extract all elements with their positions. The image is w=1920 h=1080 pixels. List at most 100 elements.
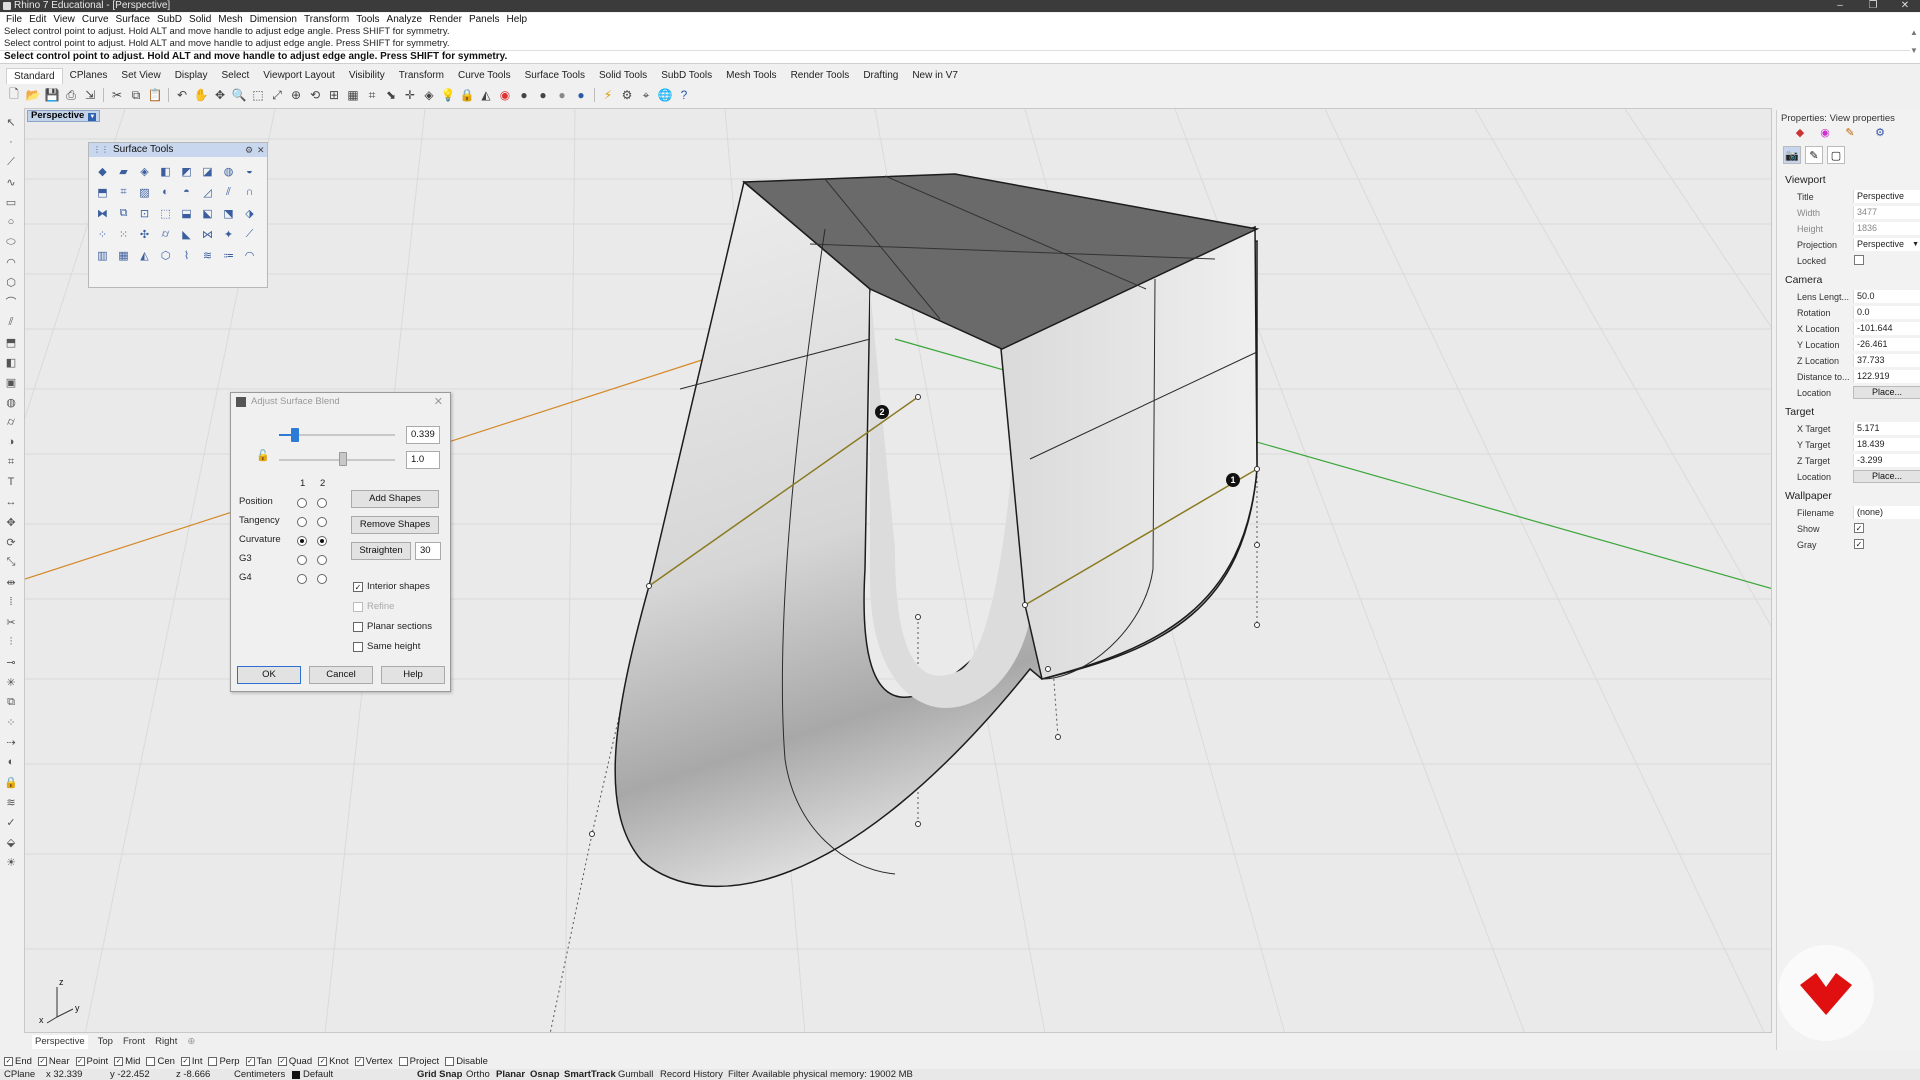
render-icon[interactable]: ⚡ — [600, 87, 616, 103]
target-place-button[interactable]: Place... — [1853, 470, 1920, 483]
osnap-checkbox[interactable] — [146, 1057, 156, 1066]
tab-mesh-tools[interactable]: Mesh Tools — [719, 68, 783, 84]
shaded-sphere-icon[interactable]: ● — [516, 87, 532, 103]
material-paint-icon[interactable]: ⬙ — [3, 834, 19, 850]
menu-help[interactable]: Help — [504, 13, 532, 26]
revolve-icon[interactable]: ◍ — [219, 161, 238, 181]
close-icon[interactable]: ✕ — [1890, 0, 1920, 12]
undo-icon[interactable]: ↶ — [174, 87, 190, 103]
dimension-icon[interactable]: ↔ — [3, 494, 19, 510]
osnap-checkbox[interactable] — [445, 1057, 455, 1066]
position-radio-1[interactable] — [297, 498, 307, 508]
rendered-sphere-icon[interactable]: ● — [535, 87, 551, 103]
tangency-radio-1[interactable] — [297, 517, 307, 527]
text-icon[interactable]: T — [3, 474, 19, 490]
osnap-cen[interactable]: Cen — [146, 1056, 175, 1067]
ghosted-sphere-icon[interactable]: ● — [554, 87, 570, 103]
tab-select[interactable]: Select — [215, 68, 257, 84]
polygon-icon[interactable]: ⬡ — [3, 274, 19, 290]
trim-surface-icon[interactable]: ⬕ — [198, 203, 217, 223]
hide-icon[interactable]: ◐ — [3, 754, 19, 770]
prop-distance-value[interactable]: 122.919 — [1853, 370, 1920, 383]
color-wheel-icon[interactable]: ◉ — [497, 87, 513, 103]
tab-curve-tools[interactable]: Curve Tools — [451, 68, 518, 84]
status-layer[interactable]: Default — [303, 1069, 333, 1080]
dome-surface-icon[interactable]: ◠ — [240, 245, 259, 265]
viewport-tab-top[interactable]: Top — [98, 1035, 113, 1049]
circle-icon[interactable]: ○ — [3, 214, 19, 230]
loft-icon[interactable]: ◧ — [3, 354, 19, 370]
menu-curve[interactable]: Curve — [79, 13, 113, 26]
arc-icon[interactable]: ◠ — [3, 254, 19, 270]
prop-projection-select[interactable]: Perspective ▼ — [1853, 238, 1920, 251]
unroll-icon[interactable]: ⬚ — [156, 203, 175, 223]
point-icon[interactable]: · — [3, 134, 19, 150]
prop-lens-value[interactable]: 50.0 — [1853, 290, 1920, 303]
status-gumball[interactable]: Gumball — [618, 1069, 653, 1080]
tab-display[interactable]: Display — [168, 68, 215, 84]
prop-zloc-value[interactable]: 37.733 — [1853, 354, 1920, 367]
status-ortho[interactable]: Ortho — [466, 1069, 490, 1080]
light-icon[interactable]: 💡 — [440, 87, 456, 103]
offset-icon[interactable]: ⫽ — [3, 314, 19, 330]
slider-1-thumb[interactable] — [291, 428, 300, 442]
help-button[interactable]: Help — [381, 666, 445, 684]
g3-radio-2[interactable] — [317, 555, 327, 565]
menu-tools[interactable]: Tools — [353, 13, 383, 26]
planar-surface-icon[interactable]: ▰ — [114, 161, 133, 181]
four-view-icon[interactable]: ⊞ — [326, 87, 342, 103]
shrink-surface-icon[interactable]: ◣ — [177, 224, 196, 244]
trim-icon[interactable]: ✂ — [3, 614, 19, 630]
group-icon[interactable]: ⧉ — [3, 694, 19, 710]
tab-new-in-v7[interactable]: New in V7 — [905, 68, 965, 84]
save-icon[interactable]: 💾 — [44, 87, 60, 103]
prop-xtarget-value[interactable]: 5.171 — [1853, 422, 1920, 435]
menu-dimension[interactable]: Dimension — [247, 13, 301, 26]
select-arrow-icon[interactable]: ↖ — [3, 114, 19, 130]
osnap-perp[interactable]: Perp — [208, 1056, 240, 1067]
extrude-surface-icon[interactable]: ⬒ — [93, 182, 112, 202]
sweep1-icon[interactable]: ◩ — [177, 161, 196, 181]
analyze-direction-icon[interactable]: ⇢ — [3, 734, 19, 750]
explode-icon[interactable]: ✳ — [3, 674, 19, 690]
tab-standard[interactable]: Standard — [6, 68, 63, 84]
g4-radio-2[interactable] — [317, 574, 327, 584]
menu-render[interactable]: Render — [426, 13, 466, 26]
tab-solid-tools[interactable]: Solid Tools — [592, 68, 654, 84]
fillet-surface-icon[interactable]: ◓ — [177, 182, 196, 202]
menu-mesh[interactable]: Mesh — [215, 13, 246, 26]
boolean-icon[interactable]: ◑ — [3, 434, 19, 450]
tab-render-tools[interactable]: Render Tools — [784, 68, 857, 84]
drag-grip-icon[interactable]: ⋮⋮ — [93, 145, 109, 154]
rebuild-surface-icon[interactable]: ∩ — [240, 182, 259, 202]
viewport-tab-right[interactable]: Right — [155, 1035, 177, 1049]
zoom-icon[interactable]: 🔍 — [231, 87, 247, 103]
split-surface-icon[interactable]: ⬓ — [177, 203, 196, 223]
untrim-icon[interactable]: ⬔ — [219, 203, 238, 223]
settings-icon[interactable]: ⚙ — [1873, 126, 1887, 140]
menu-subd[interactable]: SubD — [154, 13, 186, 26]
viewport-title[interactable]: Perspective ▼ — [27, 110, 101, 122]
view-display-icon[interactable]: ✎ — [1805, 146, 1823, 164]
move-view-icon[interactable]: ✥ — [212, 87, 228, 103]
viewport-tab-perspective[interactable]: Perspective — [32, 1035, 88, 1049]
material-icon[interactable]: ◉ — [1818, 126, 1832, 140]
network-surface-icon[interactable]: ⌗ — [114, 182, 133, 202]
tab-subd-tools[interactable]: SubD Tools — [654, 68, 719, 84]
lock-objects-icon[interactable]: 🔒 — [3, 774, 19, 790]
status-cplane[interactable]: CPlane — [4, 1069, 35, 1080]
match-surface-icon[interactable]: ⧓ — [93, 203, 112, 223]
osnap-end[interactable]: ✓ End — [4, 1056, 32, 1067]
mesh-icon[interactable]: ⌗ — [3, 454, 19, 470]
control-point-surface-icon[interactable]: ⁘ — [93, 224, 112, 244]
cylinder-icon[interactable]: ⌭ — [3, 414, 19, 430]
osnap-checkbox[interactable]: ✓ — [37, 1057, 47, 1066]
lock-icon[interactable]: 🔓 — [256, 449, 270, 462]
zebra-icon[interactable]: ≋ — [3, 794, 19, 810]
control-points-icon[interactable]: ⁘ — [3, 714, 19, 730]
ellipse-icon[interactable]: ⬭ — [3, 234, 19, 250]
viewport-menu-chevron-icon[interactable]: ▼ — [88, 113, 97, 121]
osnap-point[interactable]: ✓ Point — [75, 1056, 108, 1067]
g3-radio-1[interactable] — [297, 555, 307, 565]
rotate-view-icon[interactable]: ⟲ — [307, 87, 323, 103]
